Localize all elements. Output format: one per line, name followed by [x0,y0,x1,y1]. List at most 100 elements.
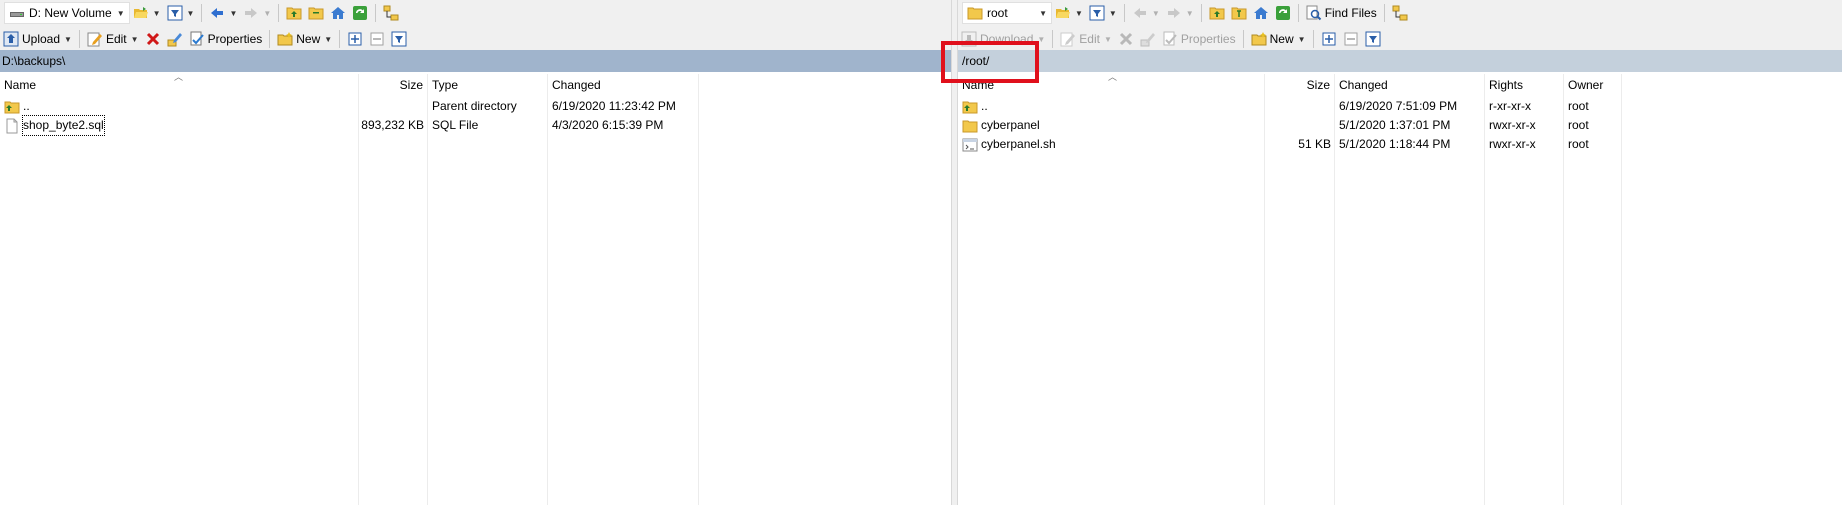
separator [1297,4,1299,22]
back-arrow-icon [209,5,225,21]
home-button[interactable] [1250,2,1272,24]
find-files-button[interactable]: Find Files [1303,2,1380,24]
file-changed: 6/19/2020 11:23:42 PM [552,99,676,113]
chevron-down-icon: ▼ [116,8,125,18]
select-files-button[interactable] [344,28,366,50]
chevron-down-icon: ▼ [152,8,161,18]
table-row[interactable]: .. 6/19/2020 7:51:09 PM r-xr-xr-x root [958,97,1842,116]
download-button[interactable]: Download ▼ [958,28,1048,50]
separator [339,30,341,48]
file-changed: 4/3/2020 6:15:39 PM [552,118,664,132]
drive-label: D: New Volume [29,6,112,20]
remote-column-header: Name Size Changed Rights Owner [958,74,1842,96]
separator [1312,30,1314,48]
edit-icon [1060,31,1076,47]
rename-button[interactable] [1137,28,1159,50]
remote-toolbar-top: root ▼ ▼ ▼ ▼ ▼ Find Files [958,0,1842,26]
column-changed[interactable]: Changed [548,74,699,96]
edit-label: Edit [105,32,127,46]
remote-path-bar[interactable]: /root/ [958,50,1842,72]
column-size[interactable]: Size [1265,74,1335,96]
back-button[interactable]: ▼ [1129,2,1163,24]
properties-button[interactable]: Properties [186,28,266,50]
column-changed[interactable]: Changed [1335,74,1485,96]
table-row[interactable]: .. Parent directory 6/19/2020 11:23:42 P… [0,97,951,116]
local-path-bar[interactable]: D:\backups\ [0,50,951,72]
chevron-down-icon: ▼ [1039,8,1047,18]
table-row[interactable]: cyberpanel 5/1/2020 1:37:01 PM rwxr-xr-x… [958,116,1842,135]
column-type[interactable]: Type [428,74,548,96]
properties-label: Properties [207,32,263,46]
file-rights: r-xr-xr-x [1489,99,1531,113]
separator [1200,4,1202,22]
separator [1123,4,1125,22]
tree-icon [1392,5,1408,21]
script-file-icon [962,137,978,153]
local-column-header: Name Size Type Changed [0,74,951,96]
separator [278,4,280,22]
parent-folder-icon [286,5,302,21]
remote-folder-label: root [987,6,1008,20]
local-toolbar-top: D: New Volume ▼ ▼ ▼ ▼ ▼ [0,0,951,26]
panel-splitter[interactable] [951,0,958,505]
root-directory-button[interactable] [305,2,327,24]
refresh-button[interactable] [1272,2,1294,24]
back-button[interactable]: ▼ [206,2,240,24]
filter-files-button[interactable] [388,28,410,50]
drive-selector[interactable]: D: New Volume ▼ [4,2,130,24]
file-type: Parent directory [432,99,517,113]
select-files-button[interactable] [1318,28,1340,50]
refresh-icon [1275,5,1291,21]
column-rights[interactable]: Rights [1485,74,1564,96]
properties-button[interactable]: Properties [1159,28,1239,50]
filter-button[interactable]: ▼ [1086,2,1120,24]
delete-button[interactable] [1115,28,1137,50]
drive-icon [9,5,25,21]
delete-button[interactable] [142,28,164,50]
new-button[interactable]: New ▼ [1248,28,1309,50]
tree-view-button[interactable] [380,2,402,24]
unselect-files-button[interactable] [366,28,388,50]
upload-button[interactable]: Upload ▼ [0,28,75,50]
rename-button[interactable] [164,28,186,50]
open-folder-button[interactable]: ▼ [1052,2,1086,24]
remote-folder-selector[interactable]: root ▼ [962,2,1052,24]
parent-directory-button[interactable] [283,2,305,24]
filter-files-button[interactable] [1362,28,1384,50]
chevron-down-icon: ▼ [324,34,333,44]
chevron-down-icon: ▼ [1103,34,1112,44]
tree-view-button[interactable] [1389,2,1411,24]
edit-button[interactable]: Edit ▼ [84,28,142,50]
parent-directory-icon [4,99,20,115]
edit-button[interactable]: Edit ▼ [1057,28,1115,50]
parent-directory-button[interactable] [1206,2,1228,24]
column-divider [698,74,699,505]
chevron-down-icon: ▼ [1108,8,1117,18]
forward-button[interactable]: ▼ [1163,2,1197,24]
table-row[interactable]: shop_byte2.sql 893,232 KB SQL File 4/3/2… [0,115,951,136]
root-directory-button[interactable] [1228,2,1250,24]
filter-icon [167,5,183,21]
column-size[interactable]: Size [359,74,428,96]
chevron-down-icon: ▼ [1297,34,1306,44]
file-changed: 5/1/2020 1:37:01 PM [1339,118,1451,132]
refresh-button[interactable] [349,2,371,24]
file-size: 893,232 KB [361,118,424,132]
table-row[interactable]: cyberpanel.sh 51 KB 5/1/2020 1:18:44 PM … [958,135,1842,154]
new-button[interactable]: New ▼ [274,28,335,50]
column-name[interactable]: Name [0,74,359,96]
name-cell: .. [0,97,359,116]
forward-button[interactable]: ▼ [240,2,274,24]
file-type: SQL File [432,118,479,132]
column-name[interactable]: Name [958,74,1265,96]
parent-folder-icon [1209,5,1225,21]
unselect-files-button[interactable] [1340,28,1362,50]
column-owner[interactable]: Owner [1564,74,1622,96]
open-folder-button[interactable]: ▼ [130,2,164,24]
chevron-down-icon: ▼ [186,8,195,18]
separator [201,4,203,22]
filter-button[interactable]: ▼ [164,2,198,24]
home-button[interactable] [327,2,349,24]
properties-label: Properties [1180,32,1236,46]
separator [269,30,271,48]
